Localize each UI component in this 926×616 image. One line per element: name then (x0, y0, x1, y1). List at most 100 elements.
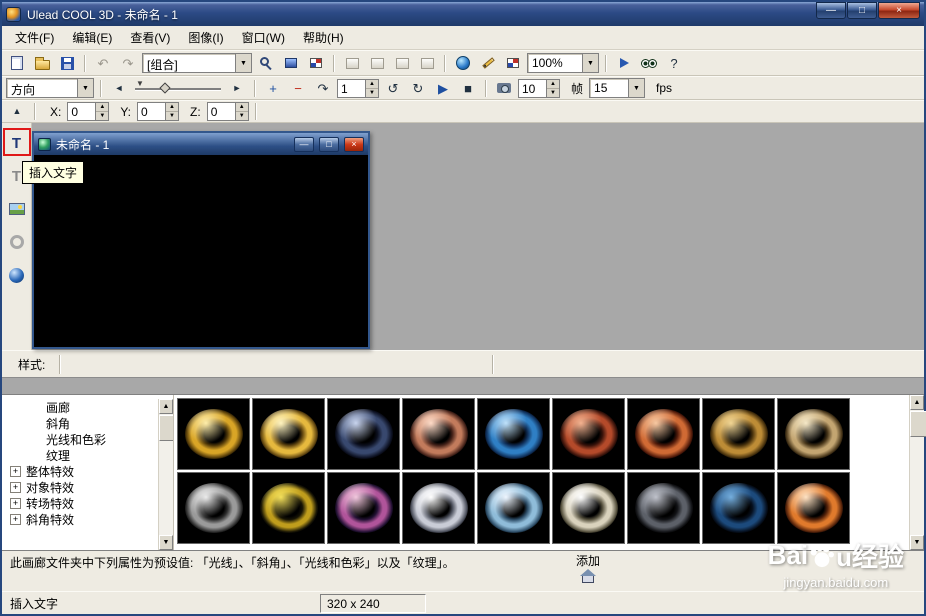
spinner-arrows[interactable]: ▲ ▼ (234, 103, 248, 120)
scrollbar-thumb[interactable] (159, 415, 173, 441)
document-titlebar[interactable]: 未命名 - 1 — □ × (34, 133, 368, 155)
record-button[interactable] (493, 78, 515, 98)
spin-down-icon[interactable]: ▼ (235, 112, 248, 120)
minimize-button[interactable]: — (816, 2, 846, 19)
spin-up-icon[interactable]: ▲ (96, 103, 109, 112)
edit-button[interactable] (477, 53, 499, 73)
spin-up-icon[interactable]: ▲ (366, 79, 378, 89)
render-canvas[interactable] (34, 155, 368, 347)
spin-up-icon[interactable]: ▲ (166, 103, 179, 112)
tree-expander-icon[interactable]: + (10, 481, 21, 493)
menu-item[interactable]: 文件(F) (6, 26, 63, 49)
scroll-up-icon[interactable]: ▲ (910, 395, 924, 410)
tree-scrollbar[interactable]: ▲ ▼ (158, 399, 173, 550)
slider-thumb[interactable] (159, 82, 171, 94)
wireframe-mode-button[interactable] (280, 53, 302, 73)
open-file-button[interactable] (31, 53, 53, 73)
tree-item[interactable]: + 转场特效 (2, 495, 158, 511)
style-thumbnail[interactable] (177, 472, 250, 544)
pingpong-button[interactable]: ↻ (407, 78, 429, 98)
style-thumbnail[interactable] (702, 472, 775, 544)
dropdown-arrow-icon[interactable]: ▼ (628, 79, 645, 97)
style-thumbnail[interactable] (477, 398, 550, 470)
tree-item[interactable]: + 整体特效 (2, 463, 158, 479)
zoom-combo[interactable]: 100% ▼ (527, 53, 599, 73)
style-thumbnail[interactable] (177, 398, 250, 470)
last-frame-button[interactable]: ► (226, 78, 248, 98)
new-file-button[interactable] (6, 53, 28, 73)
menu-item[interactable]: 编辑(E) (63, 26, 121, 49)
style-thumbnail[interactable] (402, 472, 475, 544)
window-titlebar[interactable]: Ulead COOL 3D - 未命名 - 1 — □ × (2, 2, 924, 26)
tree-expander-icon[interactable]: + (10, 513, 21, 525)
tree-expander-icon[interactable]: + (10, 497, 21, 509)
loop-button[interactable]: ↺ (382, 78, 404, 98)
export-button[interactable] (613, 53, 635, 73)
document-minimize-button[interactable]: — (294, 136, 314, 152)
frame-rate-combo[interactable]: 15 ▼ (589, 78, 646, 98)
style-thumbnail[interactable] (627, 472, 700, 544)
reverse-button[interactable]: ↷ (312, 78, 334, 98)
style-thumbnail[interactable] (477, 472, 550, 544)
transform-toggle-button[interactable]: ▲ (6, 102, 28, 122)
panel-toggle-3-button[interactable] (391, 53, 413, 73)
dropdown-arrow-icon[interactable]: ▼ (235, 54, 251, 72)
tree-item[interactable]: 光线和色彩 (2, 431, 158, 447)
style-thumbnail[interactable] (552, 398, 625, 470)
spin-down-icon[interactable]: ▼ (366, 88, 378, 97)
object-group-combo[interactable]: [组合] ▼ (142, 53, 252, 73)
style-thumbnail[interactable] (777, 398, 850, 470)
style-thumbnail[interactable] (327, 472, 400, 544)
menu-item[interactable]: 查看(V) (121, 26, 179, 49)
spinner-arrows[interactable]: ▲ ▼ (546, 79, 559, 97)
undo-button[interactable]: ↶ (92, 53, 114, 73)
scrollbar-track[interactable] (910, 410, 926, 535)
save-file-button[interactable] (56, 53, 78, 73)
delete-frame-button[interactable]: − (287, 78, 309, 98)
total-frames-spinner[interactable]: 10 ▲ ▼ (518, 78, 560, 98)
spinner-arrows[interactable]: ▲ ▼ (365, 79, 378, 97)
tree-item[interactable]: + 斜角特效 (2, 511, 158, 527)
tree-item[interactable]: 斜角 (2, 415, 158, 431)
document-maximize-button[interactable]: □ (319, 136, 339, 152)
add-control[interactable]: 添加 (576, 554, 600, 591)
first-frame-button[interactable]: ◄ (108, 78, 130, 98)
stop-button[interactable]: ■ (457, 78, 479, 98)
dimensions-button[interactable] (502, 53, 524, 73)
web-button[interactable] (452, 53, 474, 73)
style-thumbnail[interactable] (252, 398, 325, 470)
timeline-slider[interactable]: ▼ (135, 79, 221, 96)
menu-item[interactable]: 窗口(W) (233, 26, 294, 49)
add-frame-button[interactable]: + (262, 78, 284, 98)
spinner-arrows[interactable]: ▲ ▼ (95, 103, 109, 120)
spin-down-icon[interactable]: ▼ (166, 112, 179, 120)
surface-mode-button[interactable] (305, 53, 327, 73)
scroll-down-icon[interactable]: ▼ (910, 535, 924, 550)
spin-down-icon[interactable]: ▼ (547, 88, 559, 97)
redo-button[interactable]: ↷ (117, 53, 139, 73)
spin-up-icon[interactable]: ▲ (547, 79, 559, 89)
direction-combo[interactable]: 方向 ▼ (6, 78, 94, 98)
tree-expander-icon[interactable]: + (10, 465, 21, 477)
style-thumbnail[interactable] (552, 472, 625, 544)
x-position-spinner[interactable]: 0 ▲ ▼ (67, 102, 110, 121)
current-frame-spinner[interactable]: 1 ▲ ▼ (337, 78, 379, 98)
style-thumbnail[interactable] (402, 398, 475, 470)
z-position-spinner[interactable]: 0 ▲ ▼ (206, 102, 249, 121)
gallery-scrollbar[interactable]: ▲ ▼ (909, 395, 926, 550)
edit-shape-button[interactable] (5, 230, 29, 254)
scroll-down-icon[interactable]: ▼ (159, 535, 173, 550)
maximize-button[interactable]: □ (847, 2, 877, 19)
dropdown-arrow-icon[interactable]: ▼ (77, 79, 93, 97)
insert-text-button[interactable]: T (5, 131, 29, 155)
document-close-button[interactable]: × (344, 136, 364, 152)
dropdown-arrow-icon[interactable]: ▼ (582, 54, 598, 72)
spinner-arrows[interactable]: ▲ ▼ (165, 103, 179, 120)
insert-graphics-button[interactable] (5, 197, 29, 221)
panel-toggle-4-button[interactable] (416, 53, 438, 73)
panel-toggle-1-button[interactable] (341, 53, 363, 73)
y-position-spinner[interactable]: 0 ▲ ▼ (137, 102, 180, 121)
close-button[interactable]: × (878, 2, 920, 19)
style-thumbnail[interactable] (252, 472, 325, 544)
panel-toggle-2-button[interactable] (366, 53, 388, 73)
